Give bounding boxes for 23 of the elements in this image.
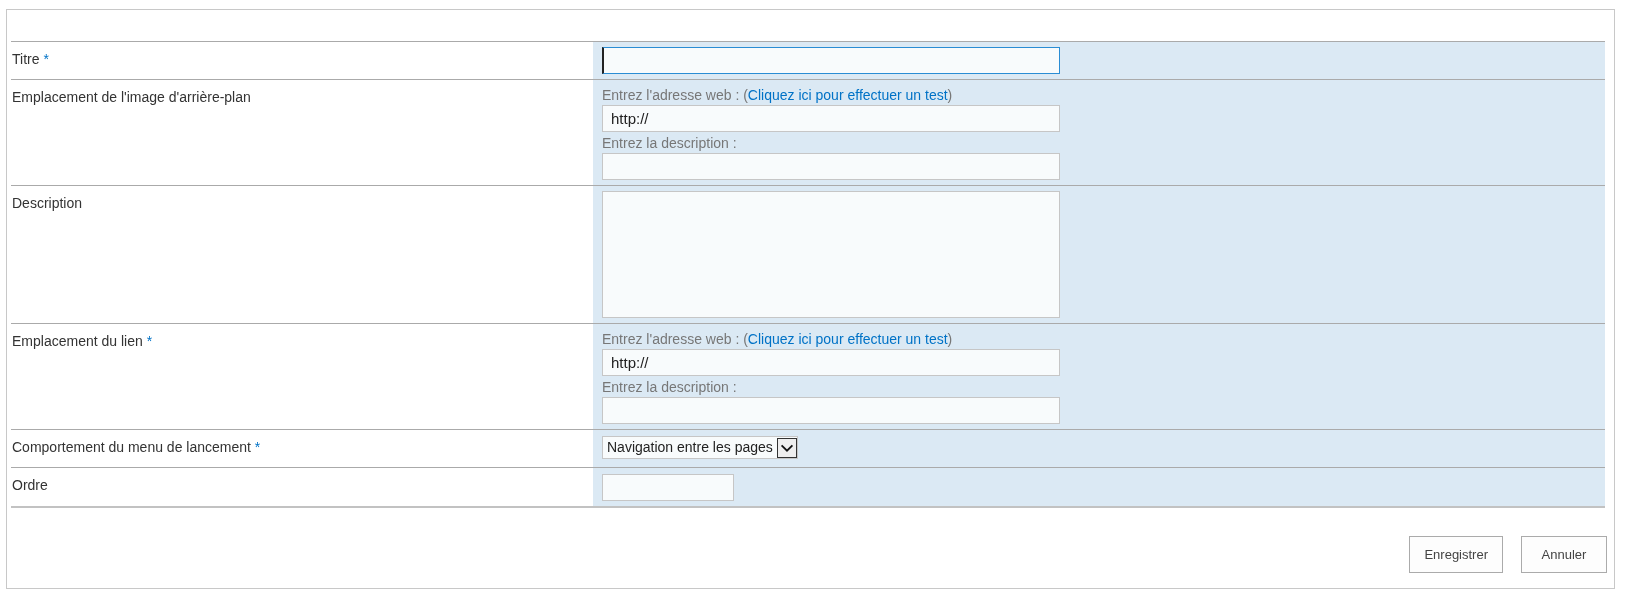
field-label: Ordre <box>12 477 48 493</box>
url-prompt: Entrez l'adresse web : (Cliquez ici pour effectuer un test) <box>602 330 954 349</box>
test-link[interactable]: Cliquez ici pour effectuer un test <box>747 331 948 347</box>
field-label: Titre * <box>12 51 49 67</box>
description-prompt: Entrez la description : <box>602 134 738 153</box>
text-field[interactable] <box>602 47 1060 74</box>
test-link[interactable]: Cliquez ici pour effectuer un test <box>747 87 948 103</box>
dropdown-field[interactable]: Navigation entre les pages <box>602 436 798 459</box>
save-button[interactable]: Enregistrer <box>1409 536 1503 573</box>
description-prompt: Entrez la description : <box>602 378 738 397</box>
field-label: Emplacement de l'image d'arrière-plan <box>12 89 251 105</box>
url-field[interactable]: http:// <box>602 349 1060 376</box>
url-prompt: Entrez l'adresse web : (Cliquez ici pour effectuer un test) <box>602 86 954 105</box>
field-label: Comportement du menu de lancement * <box>12 439 261 455</box>
description-field[interactable] <box>602 397 1060 424</box>
number-field[interactable] <box>602 474 734 501</box>
description-field[interactable] <box>602 153 1060 180</box>
url-field[interactable]: http:// <box>602 105 1060 132</box>
field-label: Emplacement du lien * <box>12 333 153 349</box>
cancel-button[interactable]: Annuler <box>1521 536 1607 573</box>
chevron-down-icon <box>776 437 797 458</box>
field-label: Description <box>12 195 83 211</box>
description-textarea[interactable] <box>602 191 1060 318</box>
